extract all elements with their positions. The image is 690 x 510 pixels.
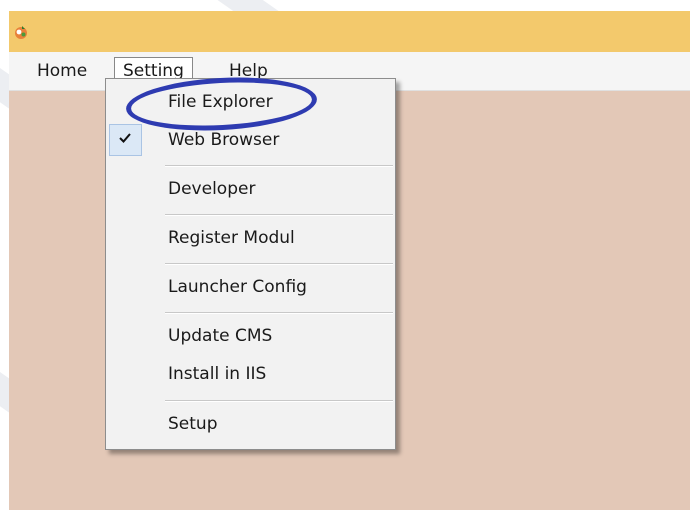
menu-item-label: Launcher Config [168,277,307,297]
menu-item-label: Setup [168,414,218,434]
setting-dropdown-menu: File Explorer Web Browser Developer Regi… [105,78,396,450]
menu-item-label: Register Modul [168,228,295,248]
menu-item-developer[interactable]: Developer [106,170,395,208]
menu-separator [165,263,393,265]
menu-item-update-cms[interactable]: Update CMS [106,317,395,355]
title-bar[interactable] [9,11,690,52]
menu-separator [165,400,393,402]
menu-item-setup[interactable]: Setup [106,405,395,443]
menu-separator [165,312,393,314]
menu-separator [165,165,393,167]
menu-item-label: Update CMS [168,326,273,346]
menu-item-register-modul[interactable]: Register Modul [106,219,395,257]
menu-item-launcher-config[interactable]: Launcher Config [106,268,395,306]
menu-item-label: Install in IIS [168,364,267,384]
menu-home[interactable]: Home [29,58,95,84]
check-icon [119,133,131,143]
menu-separator [165,214,393,216]
app-icon[interactable] [13,24,29,40]
menu-item-install-in-iis[interactable]: Install in IIS [106,355,395,393]
menu-item-label: Developer [168,179,256,199]
